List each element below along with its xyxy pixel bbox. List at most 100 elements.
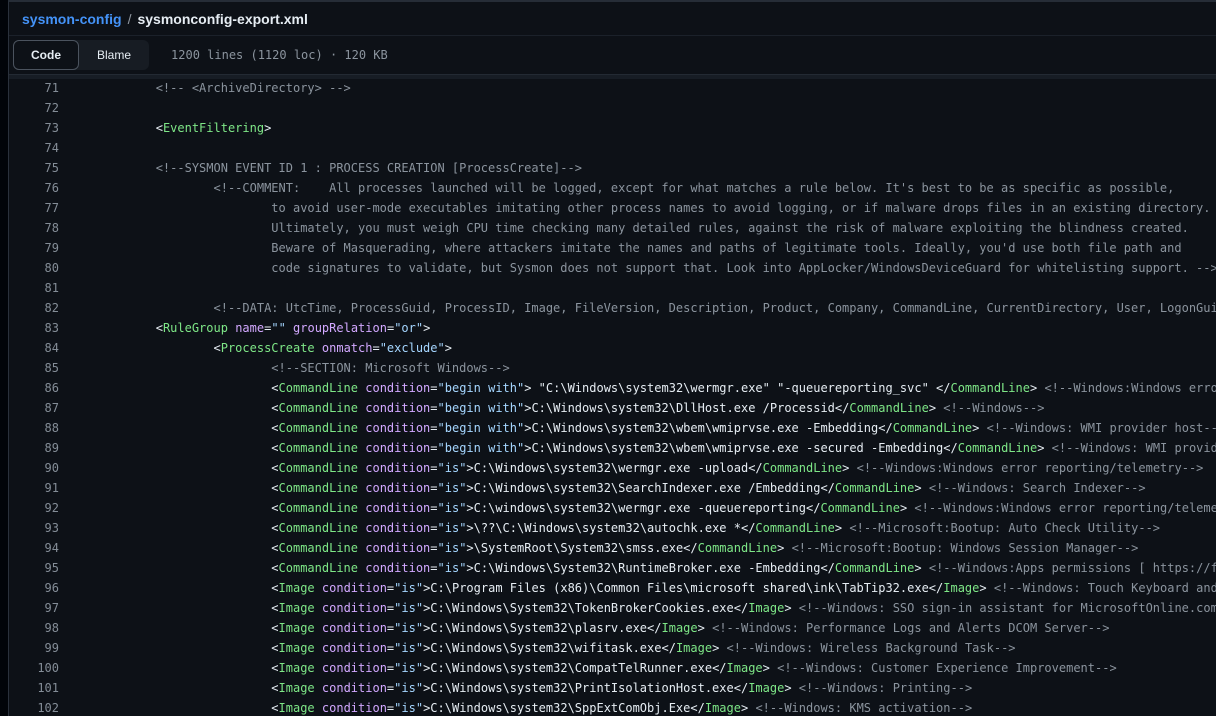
code-text: <!--DATA: UtcTime, ProcessGuid, ProcessI… (69, 298, 1216, 318)
line-number[interactable]: 88 (9, 418, 59, 438)
code-line: 100 <Image condition="is">C:\Windows\sys… (9, 658, 1216, 678)
code-text: to avoid user-mode executables imitating… (69, 198, 1211, 218)
line-number[interactable]: 80 (9, 258, 59, 278)
code-line: 76 <!--COMMENT: All processes launched w… (9, 178, 1216, 198)
code-viewer[interactable]: 71 <!-- <ArchiveDirectory> -->7273 <Even… (9, 81, 1216, 716)
code-text: <CommandLine condition="begin with">C:\W… (69, 418, 1216, 438)
breadcrumb-separator: / (128, 11, 132, 27)
code-line: 81 (9, 278, 1216, 298)
code-text: <!--SYSMON EVENT ID 1 : PROCESS CREATION… (69, 158, 582, 178)
line-number[interactable]: 96 (9, 578, 59, 598)
code-text: <Image condition="is">C:\Windows\System3… (69, 618, 1109, 638)
line-number[interactable]: 82 (9, 298, 59, 318)
line-number[interactable]: 90 (9, 458, 59, 478)
code-text: <Image condition="is">C:\Windows\System3… (69, 638, 1016, 658)
code-line: 88 <CommandLine condition="begin with">C… (9, 418, 1216, 438)
code-line: 98 <Image condition="is">C:\Windows\Syst… (9, 618, 1216, 638)
code-line: 74 (9, 138, 1216, 158)
code-line: 95 <CommandLine condition="is">C:\Window… (9, 558, 1216, 578)
code-line: 80 code signatures to validate, but Sysm… (9, 258, 1216, 278)
code-text: <Image condition="is">C:\Windows\system3… (69, 698, 972, 716)
code-text: Ultimately, you must weigh CPU time chec… (69, 218, 1189, 238)
line-number[interactable]: 101 (9, 678, 59, 698)
line-number[interactable]: 75 (9, 158, 59, 178)
code-text: <ProcessCreate onmatch="exclude"> (69, 338, 452, 358)
line-number[interactable]: 73 (9, 118, 59, 138)
code-line: 72 (9, 98, 1216, 118)
line-number[interactable]: 97 (9, 598, 59, 618)
blame-tab[interactable]: Blame (79, 40, 149, 70)
file-view-panel: sysmon-config / sysmonconfig-export.xml … (8, 0, 1216, 716)
file-toolbar: Code Blame 1200 lines (1120 loc) · 120 K… (9, 36, 1216, 74)
line-number[interactable]: 89 (9, 438, 59, 458)
toolbar-divider (9, 74, 1216, 79)
line-number[interactable]: 76 (9, 178, 59, 198)
code-line: 83 <RuleGroup name="" groupRelation="or"… (9, 318, 1216, 338)
line-number[interactable]: 87 (9, 398, 59, 418)
code-line: 90 <CommandLine condition="is">C:\Window… (9, 458, 1216, 478)
code-text: code signatures to validate, but Sysmon … (69, 258, 1216, 278)
code-line: 102 <Image condition="is">C:\Windows\sys… (9, 698, 1216, 716)
code-line: 78 Ultimately, you must weigh CPU time c… (9, 218, 1216, 238)
line-number[interactable]: 99 (9, 638, 59, 658)
line-number[interactable]: 77 (9, 198, 59, 218)
code-text: <CommandLine condition="is">C:\Windows\s… (69, 458, 1203, 478)
line-number[interactable]: 98 (9, 618, 59, 638)
code-text: <Image condition="is">C:\Windows\system3… (69, 678, 972, 698)
code-line: 89 <CommandLine condition="begin with">C… (9, 438, 1216, 458)
code-text: <CommandLine condition="begin with"> "C:… (69, 378, 1216, 398)
code-text: <CommandLine condition="begin with">C:\W… (69, 438, 1216, 458)
line-number[interactable]: 100 (9, 658, 59, 678)
breadcrumb-filename: sysmonconfig-export.xml (137, 11, 307, 27)
breadcrumb-repo-link[interactable]: sysmon-config (22, 11, 122, 27)
line-number[interactable]: 85 (9, 358, 59, 378)
code-text: <CommandLine condition="begin with">C:\W… (69, 398, 1044, 418)
code-line: 71 <!-- <ArchiveDirectory> --> (9, 81, 1216, 98)
line-number[interactable]: 74 (9, 138, 59, 158)
line-number[interactable]: 78 (9, 218, 59, 238)
code-line: 77 to avoid user-mode executables imitat… (9, 198, 1216, 218)
line-number[interactable]: 84 (9, 338, 59, 358)
code-line: 84 <ProcessCreate onmatch="exclude"> (9, 338, 1216, 358)
code-text: <CommandLine condition="is">C:\windows\s… (69, 498, 1216, 518)
line-number[interactable]: 81 (9, 278, 59, 298)
code-line: 97 <Image condition="is">C:\Windows\Syst… (9, 598, 1216, 618)
line-number[interactable]: 92 (9, 498, 59, 518)
code-text: <RuleGroup name="" groupRelation="or"> (69, 318, 430, 338)
code-line: 93 <CommandLine condition="is">\??\C:\Wi… (9, 518, 1216, 538)
line-number[interactable]: 72 (9, 98, 59, 118)
line-number[interactable]: 86 (9, 378, 59, 398)
file-meta: 1200 lines (1120 loc) · 120 KB (171, 48, 388, 62)
code-text: <CommandLine condition="is">\??\C:\Windo… (69, 518, 1160, 538)
code-text: <Image condition="is">C:\Windows\System3… (69, 598, 1216, 618)
line-number[interactable]: 91 (9, 478, 59, 498)
code-line: 87 <CommandLine condition="begin with">C… (9, 398, 1216, 418)
code-line: 91 <CommandLine condition="is">C:\Window… (9, 478, 1216, 498)
line-number[interactable]: 93 (9, 518, 59, 538)
line-number[interactable]: 71 (9, 81, 59, 98)
code-line: 82 <!--DATA: UtcTime, ProcessGuid, Proce… (9, 298, 1216, 318)
code-text: <CommandLine condition="is">\SystemRoot\… (69, 538, 1138, 558)
code-text: <CommandLine condition="is">C:\Windows\S… (69, 558, 1216, 578)
code-blame-toggle: Code Blame (13, 40, 149, 70)
line-number[interactable]: 79 (9, 238, 59, 258)
line-number[interactable]: 95 (9, 558, 59, 578)
code-line: 96 <Image condition="is">C:\Program File… (9, 578, 1216, 598)
line-number[interactable]: 102 (9, 698, 59, 716)
breadcrumb: sysmon-config / sysmonconfig-export.xml (9, 2, 1216, 36)
code-text: <!--SECTION: Microsoft Windows--> (69, 358, 510, 378)
code-lines: 71 <!-- <ArchiveDirectory> -->7273 <Even… (9, 81, 1216, 716)
code-line: 99 <Image condition="is">C:\Windows\Syst… (9, 638, 1216, 658)
code-line: 85 <!--SECTION: Microsoft Windows--> (9, 358, 1216, 378)
line-number[interactable]: 83 (9, 318, 59, 338)
code-line: 75 <!--SYSMON EVENT ID 1 : PROCESS CREAT… (9, 158, 1216, 178)
code-line: 101 <Image condition="is">C:\Windows\sys… (9, 678, 1216, 698)
line-number[interactable]: 94 (9, 538, 59, 558)
code-text: <!--COMMENT: All processes launched will… (69, 178, 1174, 198)
code-line: 73 <EventFiltering> (9, 118, 1216, 138)
code-text: <Image condition="is">C:\Program Files (… (69, 578, 1216, 598)
code-line: 92 <CommandLine condition="is">C:\window… (9, 498, 1216, 518)
code-tab[interactable]: Code (13, 40, 79, 70)
code-text: <Image condition="is">C:\Windows\system3… (69, 658, 1117, 678)
code-text: <CommandLine condition="is">C:\Windows\s… (69, 478, 1146, 498)
